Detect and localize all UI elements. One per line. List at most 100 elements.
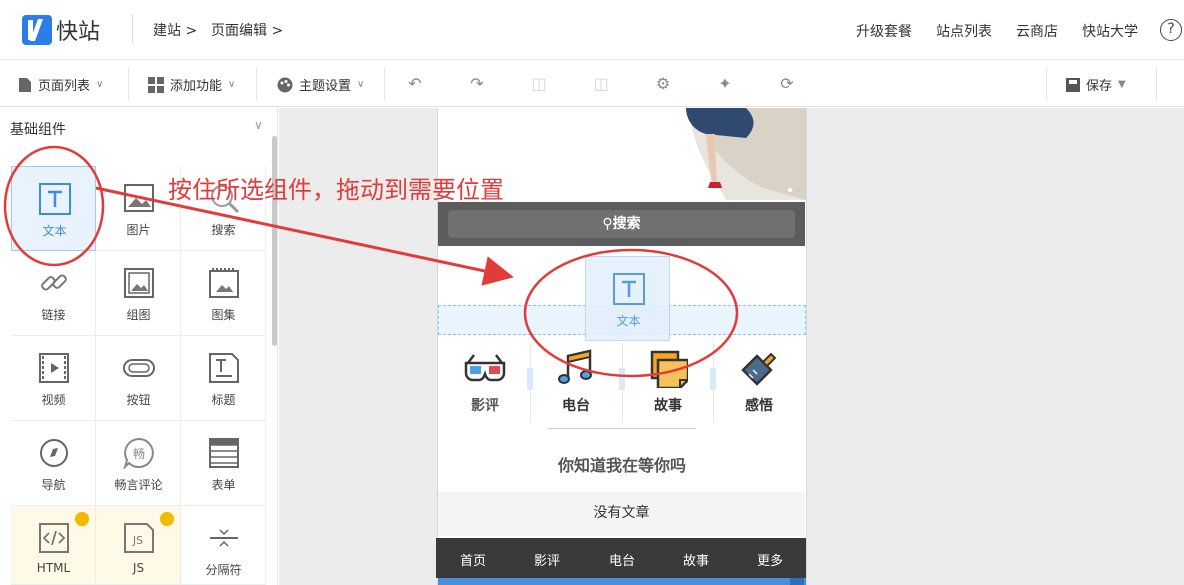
component-video[interactable]: 视频 (11, 336, 96, 421)
divider-handle (527, 368, 533, 390)
bottom-nav-more[interactable]: 更多 (757, 550, 783, 569)
annotation-text: 按住所选组件，拖动到需要位置 (168, 176, 504, 204)
divider-handle (619, 368, 625, 390)
search-box[interactable]: ⚲搜索 (448, 210, 795, 238)
paste-icon[interactable]: ◫ (591, 74, 611, 93)
component-label: 搜索 (211, 223, 236, 237)
undo-icon[interactable]: ↶ (405, 74, 425, 93)
gallery-icon (124, 268, 154, 298)
selection-bar (438, 578, 806, 585)
plugin-icon[interactable]: ✦ (715, 74, 735, 93)
search-label: 搜索 (612, 216, 641, 232)
component-html[interactable]: HTML (11, 506, 96, 585)
grid-icon (148, 76, 164, 93)
component-label: 按钮 (126, 393, 151, 407)
category-radio[interactable]: 电台 (530, 345, 622, 415)
chevron-down-icon[interactable]: ∨ (254, 118, 263, 132)
component-text[interactable]: 文本 (11, 166, 96, 251)
component-link[interactable]: 链接 (11, 251, 96, 336)
bottom-nav-story[interactable]: 故事 (683, 550, 709, 569)
theme-settings-button[interactable]: 主题设置 ∨ (277, 75, 364, 94)
component-gallery[interactable]: 组图 (96, 251, 181, 336)
top-bar: 快站 建站 > 页面编辑 > 升级套餐 站点列表 云商店 快站大学 ? (0, 0, 1184, 60)
component-label: 图片 (126, 223, 151, 237)
page-list-button[interactable]: 页面列表 ∨ (18, 75, 103, 94)
chevron-down-icon: ∨ (228, 79, 236, 90)
bottom-nav-home[interactable]: 首页 (460, 550, 486, 569)
component-js[interactable]: JS JS (96, 506, 181, 585)
nav-university[interactable]: 快站大学 (1082, 21, 1138, 41)
toolbar-divider (1046, 67, 1047, 101)
component-label: 标题 (211, 393, 236, 407)
component-form[interactable]: 表单 (181, 421, 266, 506)
video-icon (39, 353, 69, 383)
component-navigation[interactable]: 导航 (11, 421, 96, 506)
music-note-icon (558, 349, 592, 384)
vip-crown-icon (75, 512, 89, 526)
component-comment[interactable]: 畅 畅言评论 (96, 421, 181, 506)
panel-scrollbar[interactable] (272, 136, 277, 346)
scroll-down-icon[interactable] (790, 578, 804, 585)
nav-site-list[interactable]: 站点列表 (936, 21, 992, 41)
palette-icon (277, 77, 293, 92)
component-label: 畅言评论 (114, 478, 163, 492)
logo-divider (132, 14, 133, 44)
button-icon (123, 359, 155, 377)
search-icon: ⚲ (602, 216, 613, 232)
dragging-text-component[interactable]: 文本 (585, 256, 670, 341)
component-heading[interactable]: 标题 (181, 336, 266, 421)
compass-icon (40, 439, 68, 467)
panel-title: 基础组件 (10, 122, 66, 138)
svg-text:JS: JS (132, 534, 143, 547)
vip-crown-icon (160, 512, 174, 526)
category-insight[interactable]: 感悟 (713, 345, 805, 415)
breadcrumb-page-edit[interactable]: 页面编辑 > (211, 20, 283, 40)
code-icon (39, 523, 69, 553)
component-album[interactable]: 图集 (181, 251, 266, 336)
save-button[interactable]: 保存 ▼ (1066, 75, 1126, 94)
category-label: 电台 (562, 398, 590, 414)
divider-handle (710, 368, 716, 390)
category-label: 故事 (654, 398, 682, 414)
nav-cloud-store[interactable]: 云商店 (1016, 21, 1058, 41)
toolbar-divider (128, 67, 129, 101)
toolbar-divider (1156, 67, 1157, 101)
svg-text:畅: 畅 (133, 447, 145, 461)
save-label: 保存 (1086, 79, 1113, 94)
component-label: 分隔符 (205, 563, 242, 577)
toolbar-divider (384, 67, 385, 101)
add-feature-button[interactable]: 添加功能 ∨ (148, 75, 235, 94)
component-label: 组图 (126, 308, 151, 322)
editor-toolbar: 页面列表 ∨ 添加功能 ∨ 主题设置 ∨ ↶ ↷ ◫ ◫ ⚙ ✦ ⟳ 保存 ▼ (0, 61, 1184, 107)
component-label: HTML (36, 561, 71, 575)
help-icon[interactable]: ? (1160, 19, 1182, 41)
component-button[interactable]: 按钮 (96, 336, 181, 421)
3d-glasses-icon (464, 354, 506, 382)
image-icon (124, 184, 154, 212)
component-label: 图集 (211, 308, 236, 322)
logo[interactable]: 快站 (22, 14, 100, 46)
logo-text: 快站 (56, 20, 101, 45)
category-story[interactable]: 故事 (622, 345, 714, 415)
save-icon (1066, 77, 1080, 92)
breadcrumb-site[interactable]: 建站 > (153, 20, 197, 40)
comment-icon: 畅 (123, 437, 154, 469)
section-headline: 你知道我在等你吗 (557, 456, 686, 475)
component-divider[interactable]: 分隔符 (181, 506, 266, 585)
text-icon (39, 183, 71, 215)
gear-icon[interactable]: ⚙ (653, 74, 673, 93)
paint-brush-icon (741, 352, 777, 386)
redo-icon[interactable]: ↷ (467, 74, 487, 93)
bottom-nav-radio[interactable]: 电台 (609, 550, 635, 569)
category-label: 感悟 (745, 398, 773, 414)
component-label: 表单 (211, 478, 236, 492)
component-label: 导航 (41, 478, 66, 492)
kuaizhan-logo-icon (22, 15, 52, 45)
nav-upgrade[interactable]: 升级套餐 (856, 21, 912, 41)
album-icon (209, 268, 239, 298)
copy-icon[interactable]: ◫ (529, 74, 549, 93)
category-film-review[interactable]: 影评 (439, 345, 531, 415)
link-icon (41, 274, 67, 291)
bottom-nav-film-review[interactable]: 影评 (534, 550, 560, 569)
share-icon[interactable]: ⟳ (777, 74, 797, 93)
